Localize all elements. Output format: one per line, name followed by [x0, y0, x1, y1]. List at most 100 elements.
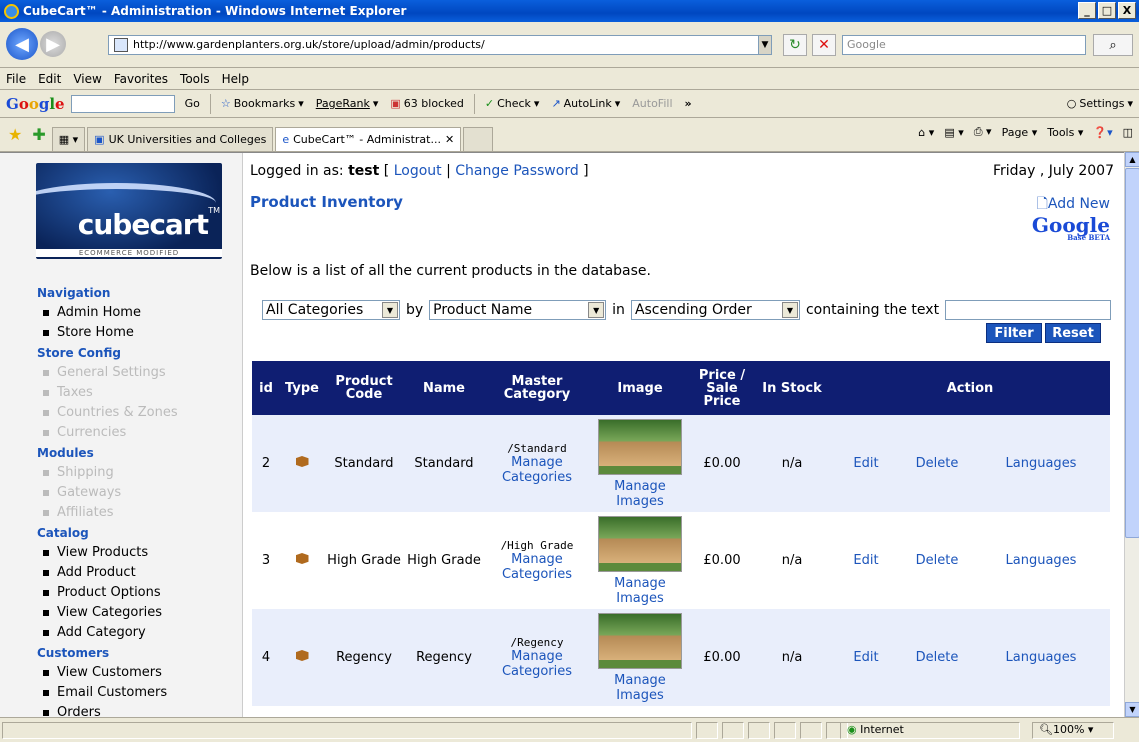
col-name: Name: [404, 361, 484, 415]
languages-link[interactable]: Languages: [972, 415, 1110, 512]
scroll-up-button[interactable]: ▲: [1125, 152, 1139, 167]
manage-images-link[interactable]: Manage Images: [590, 479, 690, 509]
tab-cubecart-admin[interactable]: e CubeCart™ - Administrat... ✕: [275, 127, 462, 151]
row-name: Standard: [404, 415, 484, 512]
intro-text: Below is a list of all the current produ…: [250, 263, 651, 279]
more-button[interactable]: »: [685, 97, 692, 110]
vertical-scrollbar[interactable]: ▲ ▼: [1124, 152, 1139, 717]
scroll-down-button[interactable]: ▼: [1125, 702, 1139, 717]
edit-link[interactable]: Edit: [830, 512, 902, 609]
forward-button[interactable]: ▶: [40, 31, 66, 57]
menu-favorites[interactable]: Favorites: [114, 72, 168, 86]
zoom-level[interactable]: 🔍︎100% ▾: [1032, 722, 1114, 739]
sidebar-item-admin-home[interactable]: Admin Home: [37, 303, 178, 323]
category-path: /Regency: [510, 636, 564, 649]
nav-section-title: Modules: [37, 446, 94, 460]
sidebar-item-email-customers[interactable]: Email Customers: [37, 683, 178, 703]
row-code: Regency: [324, 609, 404, 706]
reset-button[interactable]: Reset: [1045, 323, 1101, 343]
back-button[interactable]: ◀: [6, 28, 38, 60]
tab-uk-universities[interactable]: ▣ UK Universities and Colleges: [87, 127, 274, 151]
manage-categories-link[interactable]: Manage Categories: [502, 455, 572, 485]
autolink-button[interactable]: ↗ AutoLink ▾: [551, 97, 620, 110]
sidebar-item-orders[interactable]: Orders: [37, 703, 178, 717]
add-favorite-icon[interactable]: ✚: [32, 125, 45, 144]
favorites-star-icon[interactable]: ★: [8, 125, 22, 144]
change-password-link[interactable]: Change Password: [455, 163, 578, 179]
search-input[interactable]: Google: [842, 35, 1086, 55]
sidebar-item-shipping: Shipping: [37, 463, 178, 483]
sidebar-item-view-categories[interactable]: View Categories: [37, 603, 178, 623]
settings-button[interactable]: ○ Settings ▾: [1067, 97, 1133, 110]
category-path: /Standard: [507, 442, 567, 455]
edit-link[interactable]: Edit: [830, 415, 902, 512]
sort-field-select[interactable]: Product Name ▼: [429, 300, 607, 320]
research-icon[interactable]: ◫: [1123, 126, 1133, 139]
manage-categories-link[interactable]: Manage Categories: [502, 649, 572, 679]
google-logo: Google: [6, 94, 65, 113]
address-input[interactable]: http://www.gardenplanters.org.uk/store/u…: [108, 35, 770, 55]
feeds-icon[interactable]: ▤ ▾: [944, 126, 963, 139]
delete-link[interactable]: Delete: [902, 512, 972, 609]
print-icon[interactable]: ⎙ ▾: [974, 125, 992, 139]
bookmarks-button[interactable]: ☆ Bookmarks ▾: [221, 97, 304, 110]
menu-help[interactable]: Help: [222, 72, 249, 86]
manage-categories-link[interactable]: Manage Categories: [502, 552, 572, 582]
delete-link[interactable]: Delete: [902, 609, 972, 706]
minimize-button[interactable]: _: [1078, 2, 1096, 19]
tab-list-button[interactable]: ▦ ▾: [51, 127, 86, 151]
product-thumbnail[interactable]: [598, 612, 682, 669]
search-button[interactable]: ⌕: [1093, 34, 1133, 56]
product-thumbnail[interactable]: [598, 418, 682, 475]
close-button[interactable]: X: [1118, 2, 1136, 19]
menu-file[interactable]: File: [6, 72, 26, 86]
category-select[interactable]: All Categories ▼: [262, 300, 400, 320]
menu-edit[interactable]: Edit: [38, 72, 61, 86]
sidebar-item-countries-zones: Countries & Zones: [37, 403, 178, 423]
manage-images-link[interactable]: Manage Images: [590, 673, 690, 703]
sort-order-select[interactable]: Ascending Order ▼: [630, 300, 800, 320]
scroll-thumb[interactable]: [1125, 168, 1139, 538]
google-search-combo[interactable]: [70, 94, 175, 113]
manage-images-link[interactable]: Manage Images: [590, 576, 690, 606]
edit-link[interactable]: Edit: [830, 609, 902, 706]
new-tab-button[interactable]: [463, 127, 494, 151]
search-text-input[interactable]: [945, 300, 1112, 320]
nav-section-title: Customers: [37, 646, 110, 660]
maximize-button[interactable]: □: [1098, 2, 1116, 19]
sidebar-item-product-options[interactable]: Product Options: [37, 583, 178, 603]
popup-blocked-button[interactable]: ▣ 63 blocked: [390, 97, 463, 110]
close-tab-icon[interactable]: ✕: [445, 133, 454, 146]
delete-link[interactable]: Delete: [902, 415, 972, 512]
row-type: [280, 415, 324, 512]
page-menu[interactable]: Page ▾: [1002, 126, 1038, 139]
pagerank-button[interactable]: PageRank ▾: [316, 97, 379, 110]
col-product-code: Product Code: [324, 361, 404, 415]
menu-tools[interactable]: Tools: [180, 72, 210, 86]
col-in-stock: In Stock: [754, 361, 830, 415]
help-icon[interactable]: ❓▾: [1093, 126, 1112, 139]
login-status: Logged in as: test [ Logout | Change Pas…: [250, 163, 589, 179]
stop-button[interactable]: ✕: [812, 34, 836, 56]
home-icon[interactable]: ⌂ ▾: [918, 126, 934, 139]
languages-link[interactable]: Languages: [972, 512, 1110, 609]
menu-view[interactable]: View: [73, 72, 101, 86]
autofill-button[interactable]: AutoFill: [632, 97, 672, 110]
google-base-logo[interactable]: Google Base BETA: [1032, 213, 1110, 242]
logout-link[interactable]: Logout: [394, 163, 442, 179]
sidebar-item-view-customers[interactable]: View Customers: [37, 663, 178, 683]
tools-menu[interactable]: Tools ▾: [1047, 126, 1083, 139]
product-thumbnail[interactable]: [598, 515, 682, 572]
languages-link[interactable]: Languages: [972, 609, 1110, 706]
col-action: Action: [830, 361, 1110, 415]
sidebar-item-view-products[interactable]: View Products: [37, 543, 178, 563]
refresh-button[interactable]: ↻: [783, 34, 807, 56]
address-dropdown-button[interactable]: ▼: [758, 35, 772, 55]
menu-bar: File Edit View Favorites Tools Help: [0, 68, 1139, 90]
filter-button[interactable]: Filter: [986, 323, 1042, 343]
sidebar-item-add-category[interactable]: Add Category: [37, 623, 178, 643]
spellcheck-button[interactable]: ✓ Check ▾: [485, 97, 540, 110]
go-button[interactable]: Go: [185, 97, 200, 110]
sidebar-item-add-product[interactable]: Add Product: [37, 563, 178, 583]
sidebar-item-store-home[interactable]: Store Home: [37, 323, 178, 343]
